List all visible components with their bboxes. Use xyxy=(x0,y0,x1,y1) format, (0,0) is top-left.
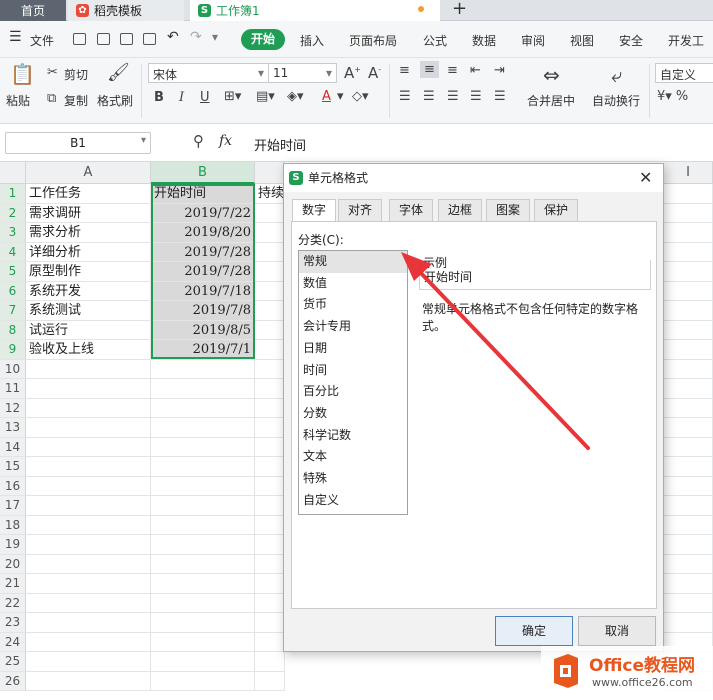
watermark: Office教程网 www.office26.com xyxy=(541,646,713,700)
annotation-arrow xyxy=(401,252,590,450)
watermark-url: www.office26.com xyxy=(592,676,693,689)
watermark-brand: Office教程网 xyxy=(589,656,696,676)
office-logo-icon xyxy=(550,653,582,689)
